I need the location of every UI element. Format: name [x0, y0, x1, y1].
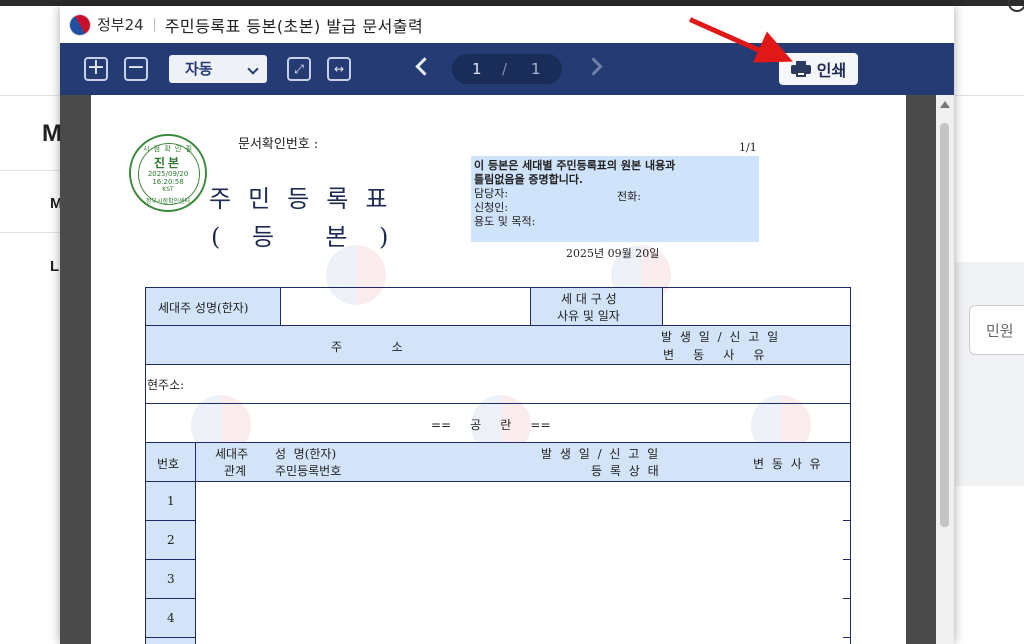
gov-logo-icon: [64, 9, 96, 40]
col-number: 번호: [157, 457, 180, 471]
scroll-up-icon[interactable]: [940, 101, 950, 108]
page-indicator: 1 / 1: [452, 54, 562, 84]
row-tick: [843, 637, 851, 638]
household-composition-label: 세 대 구 성: [561, 292, 617, 306]
col-registration-status: 등 록 상 태: [591, 464, 661, 478]
col-id-number: 주민등록번호: [275, 464, 342, 478]
fit-width-button[interactable]: ↔: [327, 57, 351, 81]
cert-text-line: 이 등본은 세대별 주민등록표의 원본 내용과: [474, 159, 676, 172]
seal-top-text: 시 점 확 인 필: [142, 145, 194, 153]
col-reason: 변 동 사 유: [753, 457, 823, 471]
title-separator: [153, 17, 155, 32]
cert-text-line: 틀림없음을 증명합니다.: [474, 173, 583, 186]
fit-page-icon: ⤢: [294, 62, 304, 76]
col-date: 발 생 일 / 신 고 일: [541, 447, 661, 461]
document-subtitle: ( 등 본 ): [211, 223, 401, 251]
seal-mark: 진본: [153, 156, 183, 170]
document-page: 시 점 확 인 필 진본 2025/09/20 16:20:58 KST 정부시…: [91, 95, 906, 644]
purpose-label: 용도 및 목적:: [474, 215, 536, 228]
row-divider: [145, 520, 196, 521]
page-current[interactable]: 1: [472, 60, 482, 78]
page-total: 1: [531, 60, 541, 78]
plus-square-icon: +: [86, 55, 106, 80]
row-tick: [843, 598, 851, 599]
brand-name: 정부24: [97, 16, 144, 34]
occur-date-header: 발 생 일 / 신 고 일: [661, 330, 781, 344]
background-minwon-button[interactable]: 민원: [969, 305, 1024, 355]
issue-date: 2025년 09월 20일: [566, 247, 660, 260]
row-number: 3: [167, 572, 175, 586]
background-menu-item[interactable]: L: [50, 258, 59, 275]
blank-note: == 공 란 ==: [431, 418, 551, 432]
row-divider: [145, 598, 196, 599]
popup-title: 주민등록표 등본(초본) 발급 문서출력: [164, 16, 424, 36]
background-heading: M: [42, 120, 62, 147]
zoom-select-value: 자동: [185, 60, 213, 78]
chevron-right-icon[interactable]: [584, 57, 603, 76]
member-header-row: [145, 442, 851, 482]
zoom-in-button[interactable]: +: [84, 57, 108, 81]
row-divider: [145, 637, 196, 638]
seal-timezone: KST: [162, 186, 174, 193]
seal-date: 2025/09/20: [147, 170, 189, 178]
background-divider: [0, 170, 60, 171]
fit-page-button[interactable]: ⤢: [287, 57, 311, 81]
background-side-panel: [955, 262, 1024, 486]
zoom-out-button[interactable]: −: [124, 57, 148, 81]
scrollbar-thumb[interactable]: [940, 123, 949, 527]
col-relation: 관계: [224, 464, 247, 478]
print-popup-window: 정부24 주민등록표 등본(초본) 발급 문서출력 + − 자동 ⤢ ↔ 1 /…: [60, 6, 954, 644]
member-rows-area: [145, 481, 851, 644]
popup-titlebar: 정부24 주민등록표 등본(초본) 발급 문서출력: [60, 6, 954, 43]
current-address-label: 현주소:: [147, 378, 185, 392]
minus-square-icon: −: [126, 55, 146, 80]
householder-label: 세대주 성명(한자): [158, 301, 249, 315]
row-divider: [145, 559, 196, 560]
printer-icon: [790, 61, 811, 77]
change-reason-header: 변 동 사 유: [663, 348, 765, 362]
phone-label: 전화:: [617, 190, 641, 203]
household-composition-label: 사유 및 일자: [557, 309, 620, 323]
page-fraction: 1/1: [739, 141, 757, 154]
viewer-toolbar: + − 자동 ⤢ ↔ 1 / 1 인쇄: [60, 43, 954, 95]
search-icon[interactable]: [1008, 0, 1024, 12]
householder-value-cell: [280, 287, 531, 326]
row-tick: [843, 520, 851, 521]
row-number: 1: [167, 494, 175, 508]
confirm-number-label: 문서확인번호 :: [238, 137, 319, 152]
vertical-scrollbar[interactable]: [936, 95, 954, 644]
fit-width-icon: ↔: [333, 62, 345, 76]
seal-time: 16:20:58: [152, 178, 184, 186]
document-title: 주민등록표: [209, 185, 405, 213]
page-separator: /: [502, 60, 508, 78]
current-address-row: [145, 364, 851, 404]
time-stamp-seal: 시 점 확 인 필 진본 2025/09/20 16:20:58 KST 정부시…: [129, 134, 207, 212]
col-relation: 세대주: [215, 447, 249, 461]
col-name: 성 명(한자): [275, 447, 337, 461]
row-tick: [843, 559, 851, 560]
clerk-label: 담당자:: [474, 187, 509, 200]
print-button-label: 인쇄: [816, 61, 847, 80]
certification-box: 이 등본은 세대별 주민등록표의 원본 내용과 틀림없음을 증명합니다. 담당자…: [471, 156, 759, 242]
applicant-label: 신청인:: [474, 201, 509, 214]
zoom-select[interactable]: 자동: [169, 55, 267, 83]
row-number: 2: [167, 533, 175, 547]
chevron-down-icon: [247, 63, 259, 75]
seal-org: 정부시점확인센터: [145, 198, 191, 205]
background-divider: [0, 232, 60, 233]
row-number: 4: [167, 611, 175, 625]
address-header: 주 소: [331, 340, 403, 354]
household-composition-value-cell: [662, 287, 851, 326]
chevron-left-icon[interactable]: [415, 57, 434, 76]
